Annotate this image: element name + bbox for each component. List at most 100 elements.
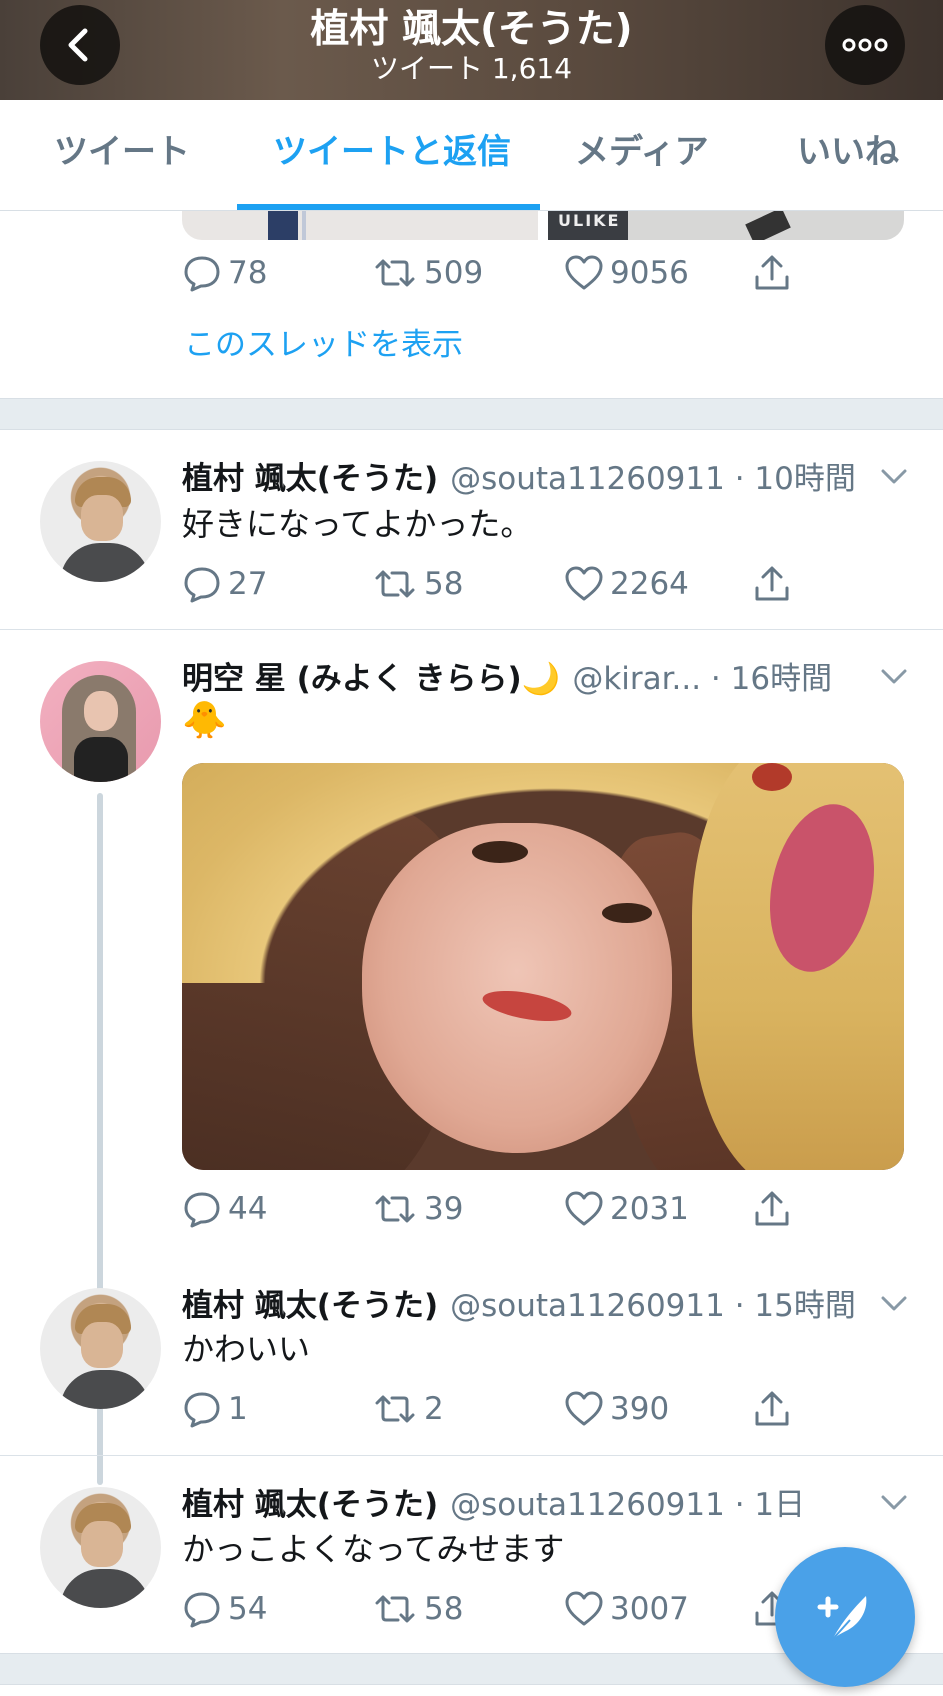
avatar-detail <box>84 691 118 731</box>
reply-icon <box>184 1592 220 1628</box>
share-button[interactable] <box>752 1387 798 1431</box>
retweet-count: 58 <box>424 1591 464 1627</box>
chevron-down-icon[interactable] <box>880 1488 908 1516</box>
tweet-actions: 1 2 390 <box>182 1387 822 1431</box>
avatar[interactable] <box>40 1487 161 1608</box>
like-icon <box>565 1591 603 1626</box>
display-name[interactable]: 植村 颯太(そうた) <box>182 1479 438 1524</box>
avatar-detail <box>60 1569 150 1608</box>
photo-detail <box>752 763 792 791</box>
share-button[interactable] <box>752 562 798 606</box>
reply-button[interactable]: 78 <box>182 251 267 295</box>
share-icon <box>755 1391 789 1426</box>
reply-button[interactable]: 54 <box>182 1587 267 1631</box>
tab-tweets[interactable]: ツイート <box>54 130 190 174</box>
show-thread-link[interactable]: このスレッドを表示 <box>184 325 463 365</box>
avatar[interactable] <box>40 461 161 582</box>
tweet-text: かわいい <box>182 1330 311 1368</box>
reply-count: 78 <box>228 255 268 291</box>
tweet-text: 🐥 <box>182 700 227 741</box>
share-button[interactable] <box>752 251 798 295</box>
header-title: 植村 颯太(そうた) <box>310 7 633 52</box>
retweet-button[interactable]: 2 <box>372 1387 444 1431</box>
avatar-detail <box>60 1370 150 1409</box>
retweet-count: 58 <box>424 566 464 602</box>
like-count: 3007 <box>610 1591 689 1627</box>
reply-icon <box>184 1192 220 1228</box>
media-image-right[interactable]: ULIKE <box>548 211 904 240</box>
divider <box>0 629 943 630</box>
display-name[interactable]: 明空 星 (みよく きらら)🌙 <box>182 653 560 698</box>
like-button[interactable]: 2031 <box>564 1187 689 1231</box>
header-tweet-count: ツイート 1,614 <box>370 52 573 85</box>
tweet-header: 植村 颯太(そうた) @souta11260911 · 1日 <box>182 1479 805 1523</box>
avatar-detail <box>81 1322 123 1368</box>
more-icon <box>842 38 888 52</box>
media-detail <box>302 211 306 240</box>
reply-button[interactable]: 27 <box>182 562 267 606</box>
share-button[interactable] <box>752 1187 798 1231</box>
like-button[interactable]: 390 <box>564 1387 669 1431</box>
profile-tabs: ツイート ツイートと返信 メディア いいね <box>0 100 943 211</box>
avatar-detail <box>60 543 150 582</box>
reply-button[interactable]: 1 <box>182 1387 248 1431</box>
compose-icon <box>817 1596 867 1641</box>
retweet-icon <box>375 1195 415 1223</box>
like-icon <box>565 255 603 290</box>
tweet-header: 植村 颯太(そうた) @souta11260911 · 10時間 <box>182 453 856 497</box>
retweet-icon <box>375 1395 415 1423</box>
retweet-button[interactable]: 58 <box>372 1587 463 1631</box>
like-button[interactable]: 3007 <box>564 1587 689 1631</box>
display-name[interactable]: 植村 颯太(そうた) <box>182 453 438 498</box>
reply-count: 27 <box>228 566 268 602</box>
chevron-down-icon[interactable] <box>880 662 908 690</box>
retweet-icon <box>375 259 415 287</box>
compose-tweet-button[interactable] <box>775 1547 915 1687</box>
media-detail <box>268 211 298 240</box>
share-icon <box>755 255 789 290</box>
chevron-down-icon[interactable] <box>880 1289 908 1317</box>
tweet-actions: 54 58 3007 <box>182 1587 822 1631</box>
tweet-actions: 27 58 2264 <box>182 562 822 606</box>
like-icon <box>565 1191 603 1226</box>
avatar[interactable] <box>40 1288 161 1409</box>
handle-and-time: @souta11260911 · 1日 <box>450 1486 806 1523</box>
media-image-left[interactable] <box>182 211 538 240</box>
tab-media[interactable]: メディア <box>575 130 709 174</box>
handle-and-time: @souta11260911 · 15時間 <box>450 1287 856 1324</box>
handle-and-time: @souta11260911 · 10時間 <box>450 460 856 497</box>
like-button[interactable]: 2264 <box>564 562 689 606</box>
reply-count: 54 <box>228 1591 268 1627</box>
reply-icon <box>184 1392 220 1428</box>
handle-and-time: @kirar... · 16時間 <box>572 660 833 697</box>
tweet-photo[interactable] <box>182 763 904 1170</box>
profile-header: 植村 颯太(そうた) ツイート 1,614 <box>0 0 943 100</box>
display-name[interactable]: 植村 颯太(そうた) <box>182 1280 438 1325</box>
like-icon <box>565 566 603 601</box>
tab-tweets-and-replies[interactable]: ツイートと返信 <box>273 130 511 174</box>
share-icon <box>755 1191 789 1226</box>
retweet-count: 509 <box>424 255 484 291</box>
retweet-button[interactable]: 58 <box>372 562 463 606</box>
more-button[interactable] <box>825 5 905 85</box>
retweet-icon <box>375 1595 415 1623</box>
retweet-count: 2 <box>424 1391 444 1427</box>
retweet-icon <box>375 570 415 598</box>
reply-button[interactable]: 44 <box>182 1187 267 1231</box>
tweet-text: 好きになってよかった。 <box>182 505 533 543</box>
chevron-down-icon[interactable] <box>880 462 908 490</box>
tab-likes[interactable]: いいね <box>797 130 899 174</box>
retweet-button[interactable]: 509 <box>372 251 483 295</box>
active-tab-indicator <box>237 204 540 210</box>
like-button[interactable]: 9056 <box>564 251 689 295</box>
like-count: 9056 <box>610 255 689 291</box>
avatar-detail <box>74 737 128 782</box>
like-count: 390 <box>610 1391 670 1427</box>
tweet-media[interactable]: ULIKE <box>182 211 904 240</box>
media-tag: ULIKE <box>558 211 621 230</box>
reply-icon <box>184 256 220 292</box>
avatar[interactable] <box>40 661 161 782</box>
like-icon <box>565 1391 603 1426</box>
retweet-button[interactable]: 39 <box>372 1187 463 1231</box>
avatar-detail <box>81 1521 123 1567</box>
